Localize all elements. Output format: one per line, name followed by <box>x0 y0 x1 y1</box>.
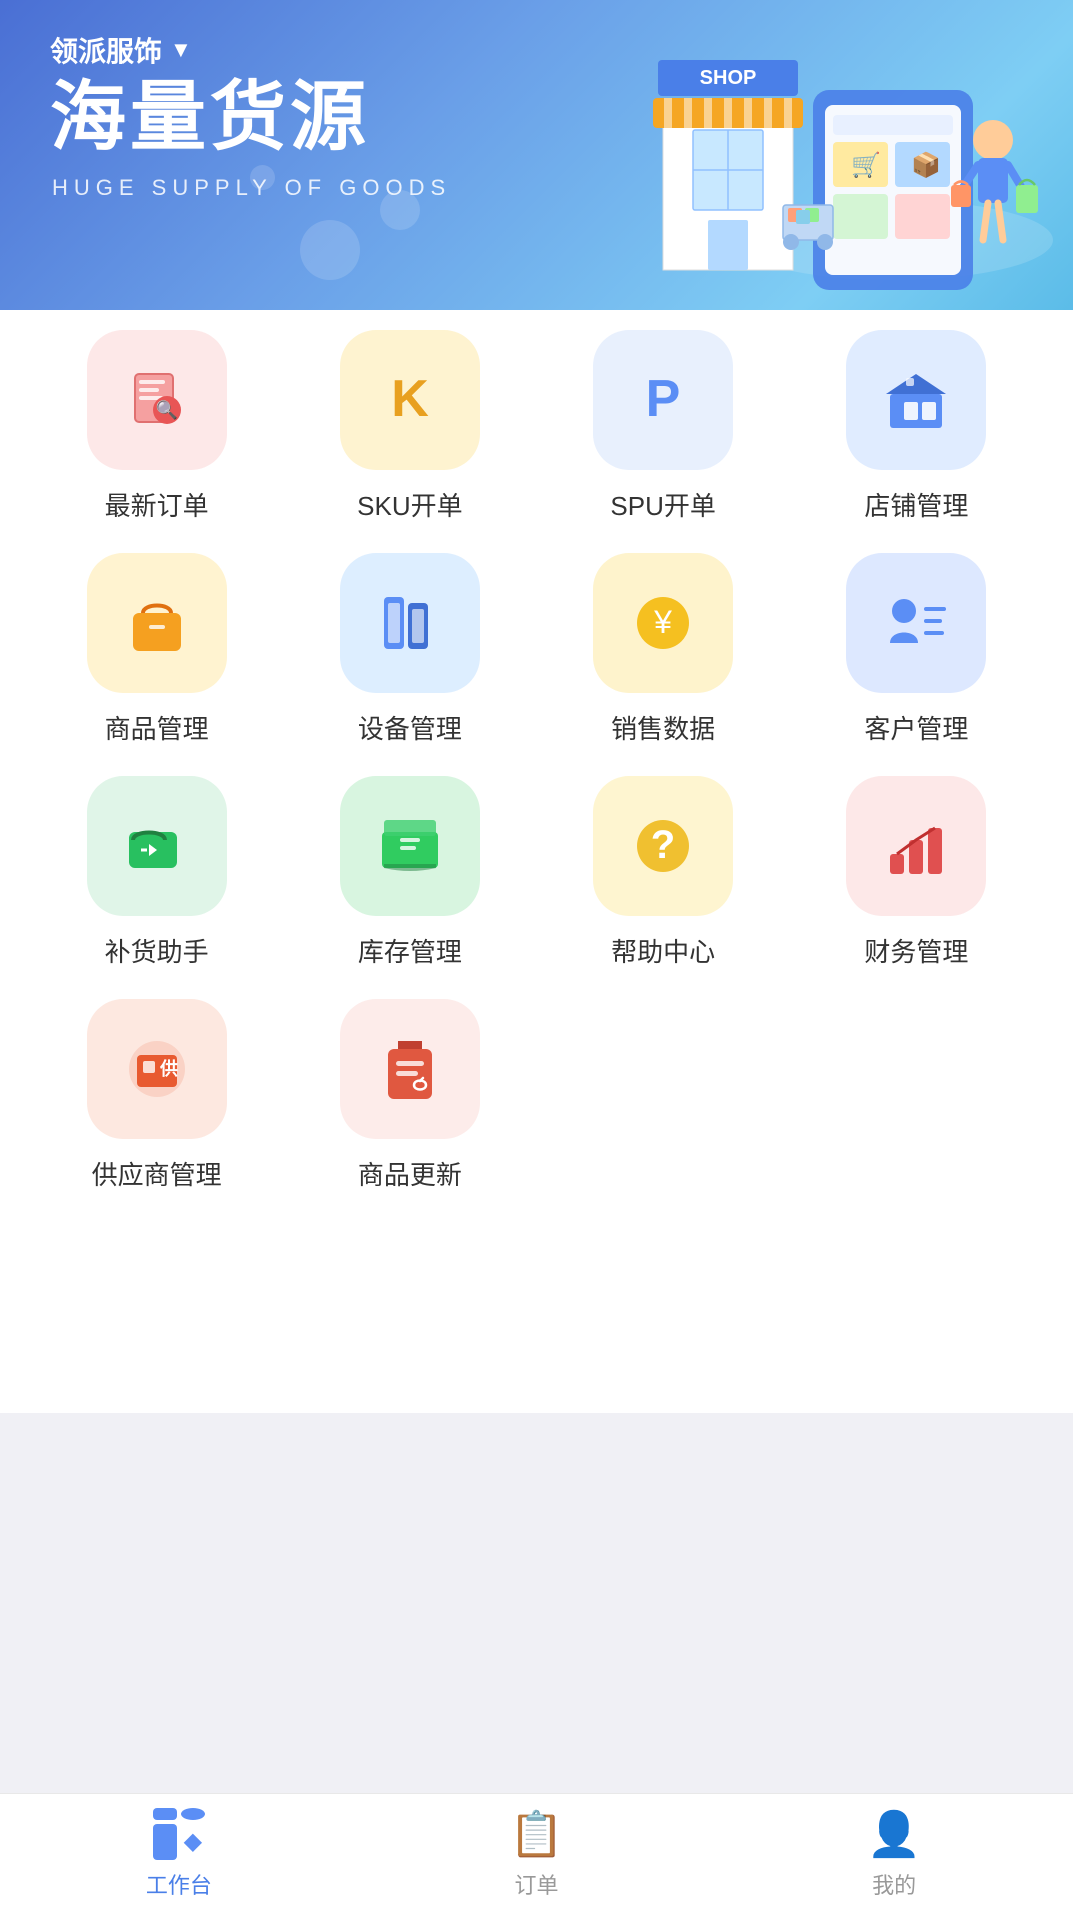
banner-title-cn: 海量货源 <box>50 80 370 156</box>
icon-wrapper-product-manage <box>87 553 227 693</box>
nav-item-orders[interactable]: 📋 订单 <box>358 1808 716 1900</box>
svg-text:?: ? <box>651 823 675 867</box>
grid-item-store-manage[interactable]: 店铺管理 <box>800 330 1033 523</box>
icon-wrapper-sku-open: K <box>340 330 480 470</box>
dropdown-icon[interactable]: ▼ <box>170 37 192 63</box>
illustration-svg: 🛒 📦 SHOP <box>633 10 1053 300</box>
grid-section: 🔍 最新订单 K SKU开单 P SPU开单 店铺管理 商品管理 设备管理 ¥ … <box>40 330 1033 1192</box>
wb-sq2 <box>181 1808 205 1820</box>
banner-illustration: 🛒 📦 SHOP <box>633 10 1053 300</box>
item-label-supplier-manage: 供应商管理 <box>92 1155 222 1192</box>
icon-wrapper-help-center: ? <box>593 776 733 916</box>
icon-wrapper-device-manage <box>340 553 480 693</box>
item-label-customer-manage: 客户管理 <box>864 709 968 746</box>
item-label-device-manage: 设备管理 <box>358 709 462 746</box>
icon-wrapper-latest-order: 🔍 <box>87 330 227 470</box>
nav-label-orders: 订单 <box>515 1868 559 1900</box>
icon-wrapper-restock-helper <box>87 776 227 916</box>
svg-text:🛒: 🛒 <box>851 151 881 179</box>
grid-item-sales-data[interactable]: ¥ 销售数据 <box>547 553 780 746</box>
item-label-finance-manage: 财务管理 <box>864 932 968 969</box>
svg-text:K: K <box>391 370 429 428</box>
banner-header: 领派服饰 ▼ <box>50 30 192 70</box>
icon-wrapper-inventory-manage <box>340 776 480 916</box>
icon-wrapper-store-manage <box>846 330 986 470</box>
grid-item-sku-open[interactable]: K SKU开单 <box>293 330 526 523</box>
icon-wrapper-sales-data: ¥ <box>593 553 733 693</box>
grid-item-help-center[interactable]: ? 帮助中心 <box>547 776 780 969</box>
bubble-3 <box>250 165 275 190</box>
svg-text:P: P <box>646 370 681 428</box>
bubble-2 <box>380 190 420 230</box>
item-label-store-manage: 店铺管理 <box>864 486 968 523</box>
item-label-help-center: 帮助中心 <box>611 932 715 969</box>
wb-sq3 <box>153 1824 177 1860</box>
grid-item-product-manage[interactable]: 商品管理 <box>40 553 273 746</box>
svg-text:¥: ¥ <box>653 604 672 640</box>
grid-item-product-update[interactable]: 商品更新 <box>293 999 526 1192</box>
svg-text:供: 供 <box>159 1058 178 1079</box>
grid-item-spu-open[interactable]: P SPU开单 <box>547 330 780 523</box>
wb-sq4: ◆ <box>181 1824 205 1860</box>
item-label-product-manage: 商品管理 <box>105 709 209 746</box>
nav-label-workbench: 工作台 <box>146 1868 212 1900</box>
icon-wrapper-product-update <box>340 999 480 1139</box>
svg-text:🔍: 🔍 <box>155 398 177 420</box>
mine-icon: 👤 <box>867 1808 922 1860</box>
icon-wrapper-finance-manage <box>846 776 986 916</box>
svg-text:SHOP: SHOP <box>700 67 757 89</box>
item-label-restock-helper: 补货助手 <box>105 932 209 969</box>
nav-item-mine[interactable]: 👤 我的 <box>715 1808 1073 1900</box>
bubble-1 <box>300 220 360 280</box>
grid-item-customer-manage[interactable]: 客户管理 <box>800 553 1033 746</box>
svg-text:📦: 📦 <box>911 151 941 179</box>
grid-item-finance-manage[interactable]: 财务管理 <box>800 776 1033 969</box>
item-label-inventory-manage: 库存管理 <box>358 932 462 969</box>
icon-wrapper-spu-open: P <box>593 330 733 470</box>
item-label-latest-order: 最新订单 <box>105 486 209 523</box>
item-label-spu-open: SPU开单 <box>610 486 715 523</box>
orders-icon: 📋 <box>509 1808 564 1860</box>
grid-item-inventory-manage[interactable]: 库存管理 <box>293 776 526 969</box>
banner: 领派服饰 ▼ 海量货源 HUGE SUPPLY OF GOODS 🛒 📦 <box>0 0 1073 310</box>
grid-item-latest-order[interactable]: 🔍 最新订单 <box>40 330 273 523</box>
icon-wrapper-customer-manage <box>846 553 986 693</box>
item-label-sku-open: SKU开单 <box>357 486 462 523</box>
item-label-sales-data: 销售数据 <box>611 709 715 746</box>
nav-item-workbench[interactable]: ◆ 工作台 <box>0 1808 358 1900</box>
item-label-product-update: 商品更新 <box>358 1155 462 1192</box>
icon-wrapper-supplier-manage: 供 <box>87 999 227 1139</box>
grid-item-restock-helper[interactable]: 补货助手 <box>40 776 273 969</box>
workbench-icon: ◆ <box>153 1808 205 1860</box>
bottom-nav: ◆ 工作台 📋 订单 👤 我的 <box>0 1793 1073 1913</box>
grid-item-supplier-manage[interactable]: 供 供应商管理 <box>40 999 273 1192</box>
nav-label-mine: 我的 <box>872 1868 916 1900</box>
grid-item-device-manage[interactable]: 设备管理 <box>293 553 526 746</box>
store-name: 领派服饰 <box>50 30 162 70</box>
wb-sq1 <box>153 1808 177 1820</box>
main-content: 🔍 最新订单 K SKU开单 P SPU开单 店铺管理 商品管理 设备管理 ¥ … <box>0 290 1073 1413</box>
